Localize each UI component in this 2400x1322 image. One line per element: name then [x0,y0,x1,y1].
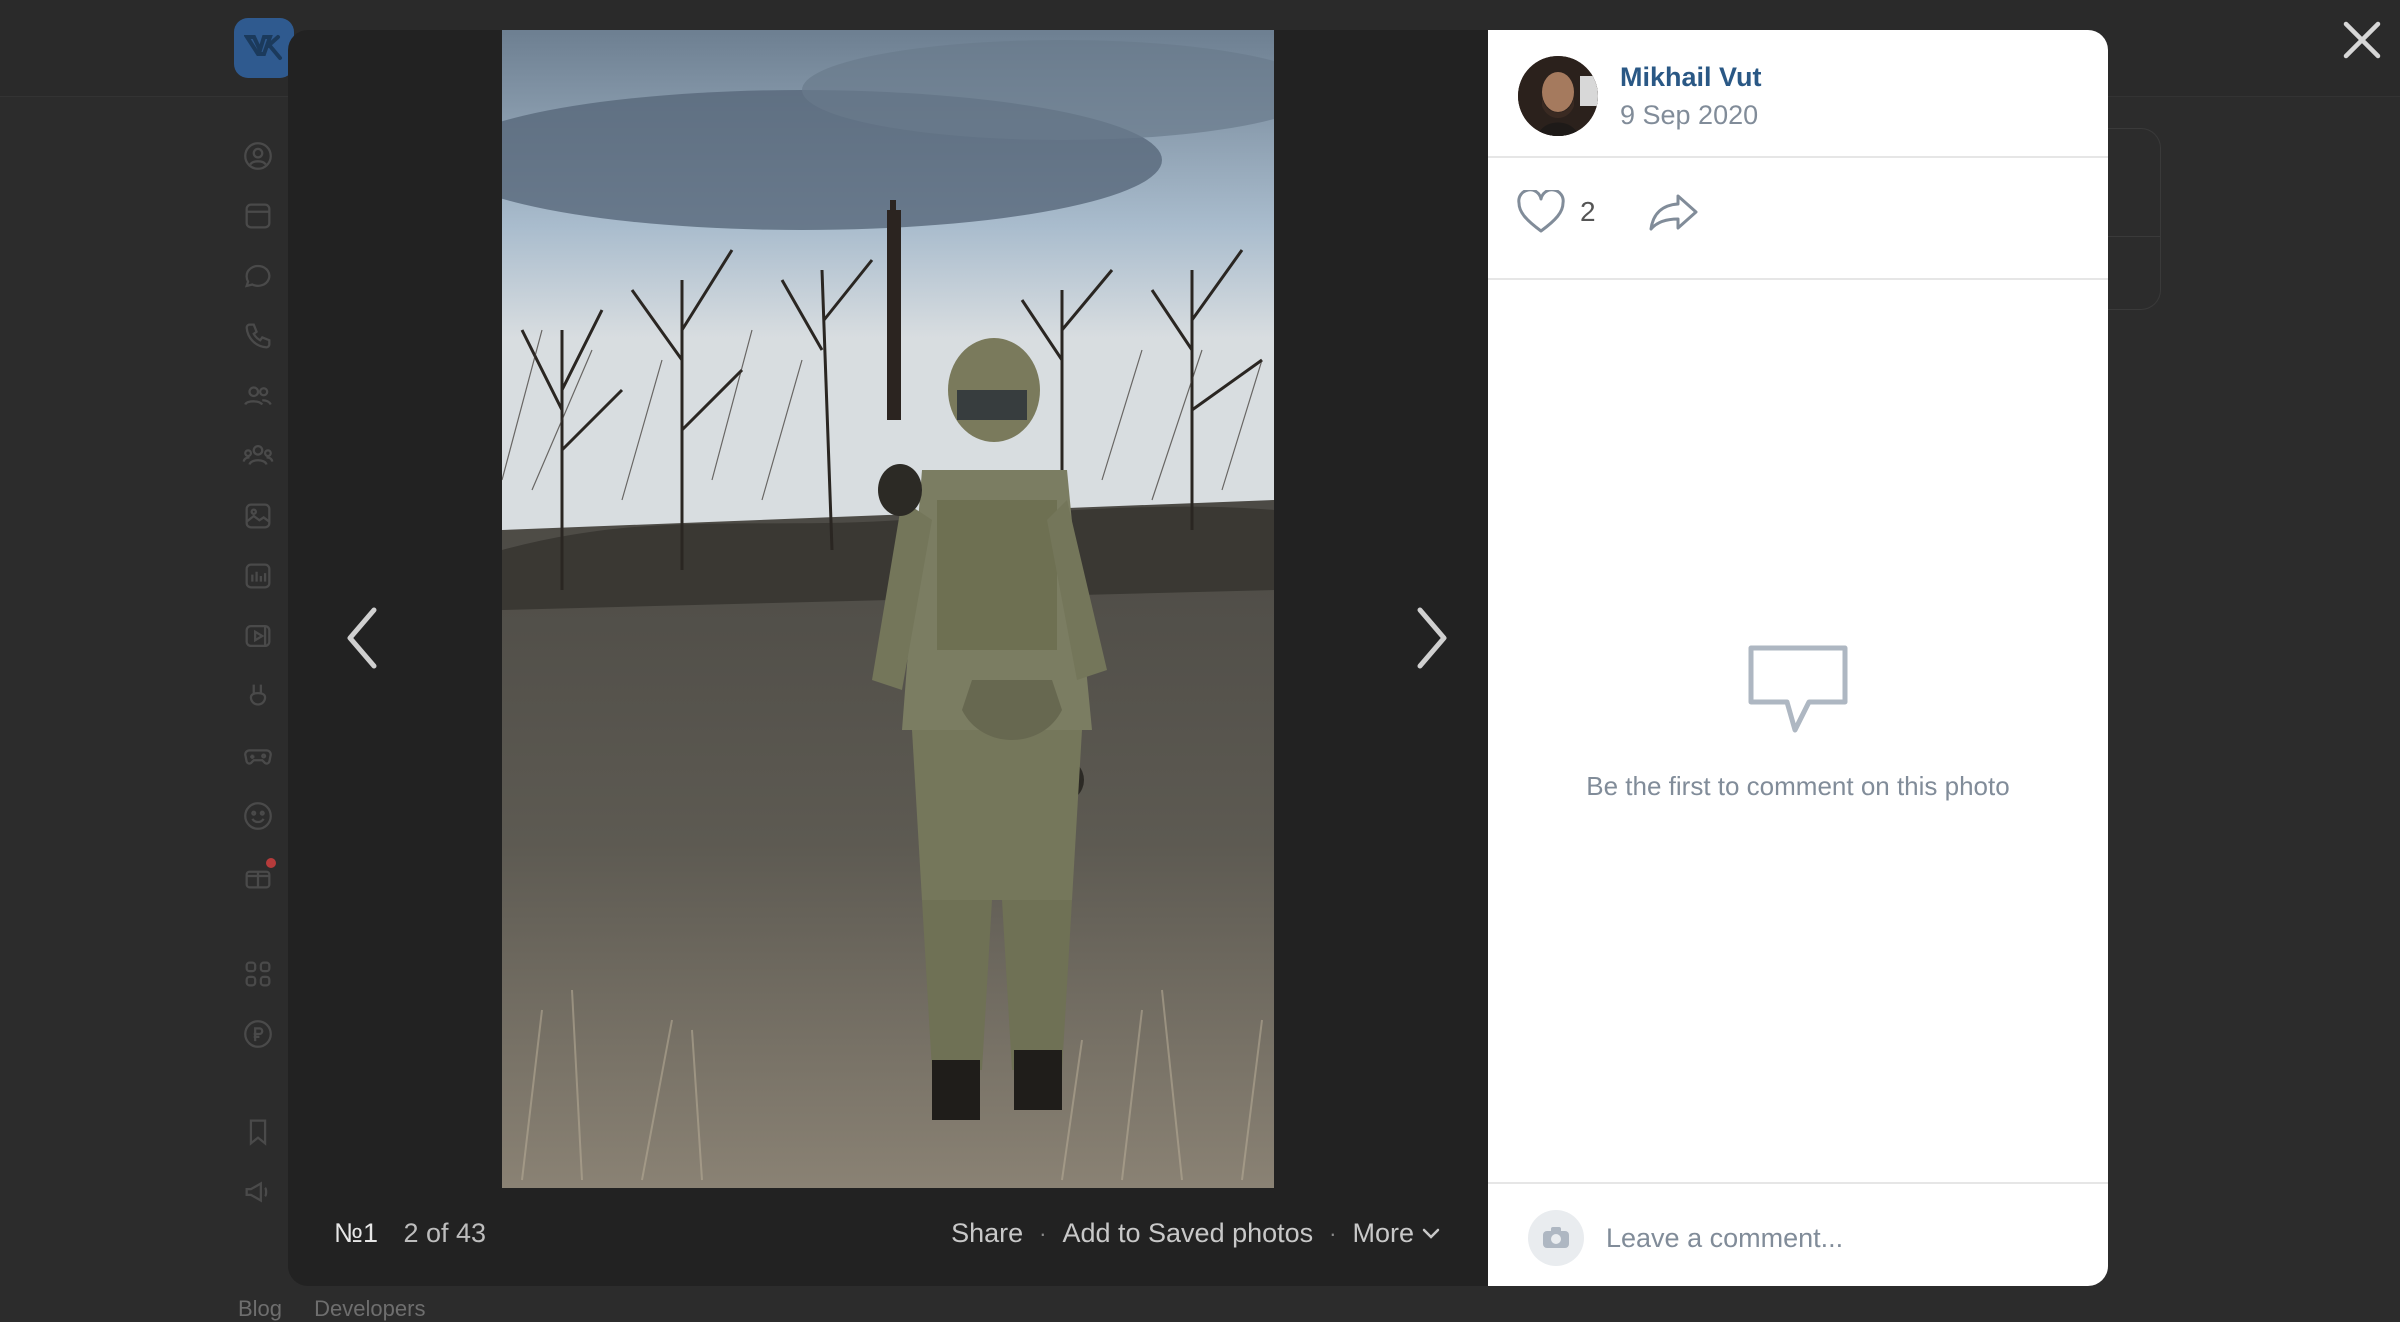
calls-icon[interactable] [238,316,278,356]
photo-position: 2 of 43 [403,1218,487,1248]
add-to-saved-link[interactable]: Add to Saved photos [1062,1218,1313,1249]
background-card [2100,128,2161,310]
attach-photo-button[interactable] [1528,1210,1584,1266]
profile-icon[interactable] [238,136,278,176]
footer-link-blog[interactable]: Blog [238,1296,282,1321]
news-icon[interactable] [238,196,278,236]
avatar[interactable] [1518,56,1598,136]
music-icon[interactable] [238,556,278,596]
camera-icon [1543,1227,1569,1248]
payments-icon[interactable] [238,1014,278,1054]
friends-icon[interactable] [238,376,278,416]
chevron-right-icon [1417,607,1447,669]
share-link[interactable]: Share [951,1218,1023,1249]
photo-info-pane: Mikhail Vut 9 Sep 2020 2 Be the first to… [1488,30,2108,1286]
background-card-divider [2100,236,2160,237]
communities-icon[interactable] [238,436,278,476]
comment-input[interactable] [1604,1212,2068,1264]
comments-icon [1748,645,1848,733]
more-label: More [1352,1218,1414,1248]
heart-icon [1517,190,1565,233]
share-button[interactable] [1648,192,1700,237]
ads-icon[interactable] [238,1172,278,1212]
close-viewer-button[interactable] [2338,16,2386,64]
games-icon[interactable] [238,736,278,776]
vk-logo[interactable] [234,18,294,78]
photo-actions: Share · Add to Saved photos · More [951,1218,1440,1249]
photos-icon[interactable] [238,496,278,536]
chevron-down-icon [1422,1228,1440,1239]
reactions-bar: 2 [1488,158,2108,280]
photo-counter: №1 2 of 43 [334,1218,486,1249]
apps-icon[interactable] [238,954,278,994]
photo-viewer: №1 2 of 43 Share · Add to Saved photos ·… [288,30,2108,1286]
bookmarks-icon[interactable] [238,1112,278,1152]
like-count: 2 [1580,196,1596,227]
comment-bar [1488,1182,2108,1286]
author-header: Mikhail Vut 9 Sep 2020 [1488,30,2108,158]
photo-footer: №1 2 of 43 Share · Add to Saved photos ·… [288,1188,1488,1286]
previous-photo-button[interactable] [332,578,392,698]
album-number: №1 [334,1218,378,1248]
photo-pane: №1 2 of 43 Share · Add to Saved photos ·… [288,30,1488,1286]
next-photo-button[interactable] [1402,578,1462,698]
like-button[interactable]: 2 [1516,190,1596,234]
more-menu-button[interactable]: More [1352,1218,1440,1249]
comments-empty-text: Be the first to comment on this photo [1586,771,2010,801]
separator-dot: · [1039,1220,1047,1246]
stickers-icon[interactable] [238,796,278,836]
photo[interactable] [502,30,1274,1188]
footer-link-developers[interactable]: Developers [314,1296,425,1321]
close-icon [2343,21,2381,59]
share-arrow-icon [1649,194,1698,231]
footer-links: Blog Developers [238,1296,451,1322]
separator-dot: · [1329,1220,1337,1246]
comments-empty-state: Be the first to comment on this photo [1488,640,2108,802]
notification-dot [266,858,276,868]
chevron-left-icon [347,607,377,669]
post-date[interactable]: 9 Sep 2020 [1620,100,1758,131]
videos-icon[interactable] [238,616,278,656]
messages-icon[interactable] [238,256,278,296]
clips-icon[interactable] [238,676,278,716]
author-name[interactable]: Mikhail Vut [1620,62,1762,93]
gifts-icon[interactable] [238,856,278,896]
